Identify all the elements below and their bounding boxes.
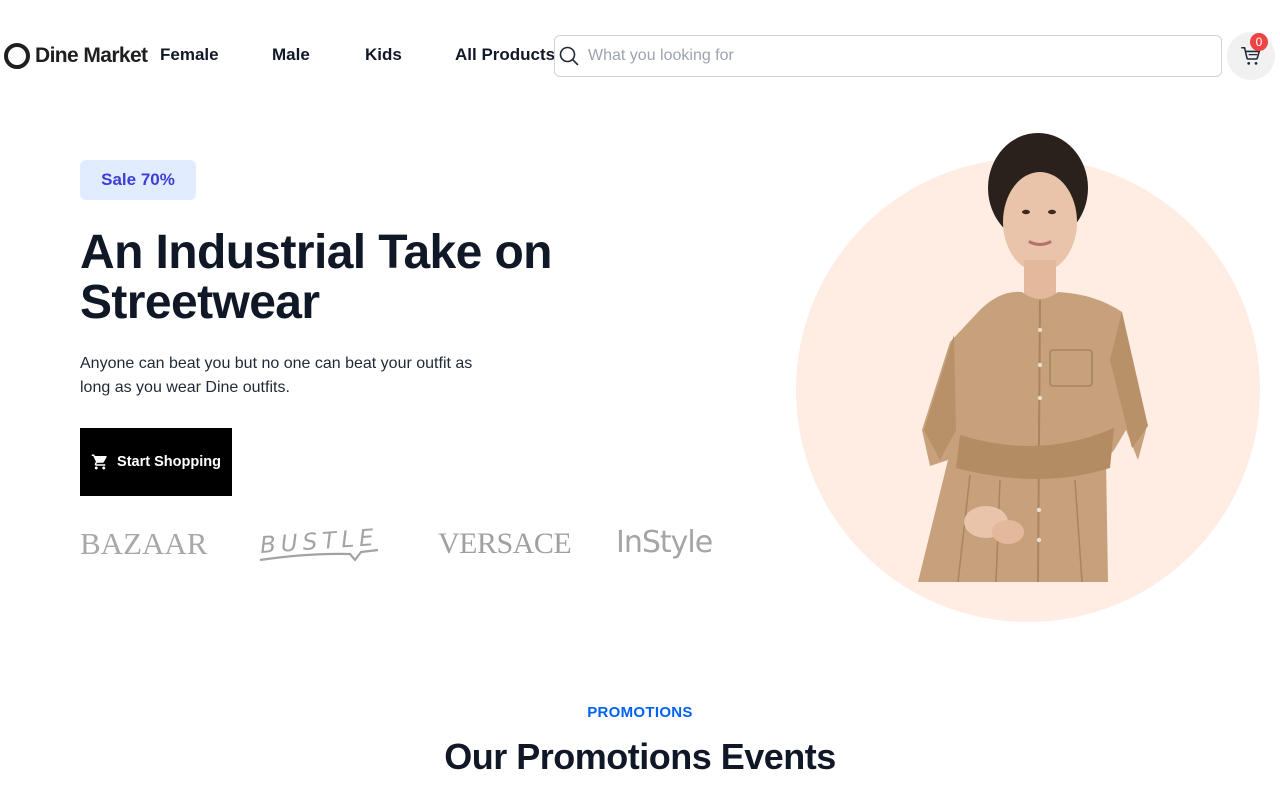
hero-title: An Industrial Take on Streetwear — [80, 226, 553, 329]
brand-logo-bazaar: BAZAAR — [80, 526, 208, 561]
search-bar — [554, 35, 1222, 77]
search-input[interactable] — [588, 47, 1188, 65]
hero-model-image — [900, 130, 1200, 582]
start-shopping-button[interactable]: Start Shopping — [80, 428, 232, 496]
promotions-kicker: PROMOTIONS — [587, 704, 693, 721]
brand-logo-bustle: BUSTLE — [259, 525, 379, 562]
promotions-title: Our Promotions Events — [444, 736, 836, 777]
search-icon[interactable] — [558, 45, 580, 67]
brand-logo[interactable]: Dine Market — [4, 42, 148, 70]
start-shopping-label: Start Shopping — [117, 454, 221, 470]
brand-name: Dine Market — [35, 44, 148, 67]
cart-icon — [91, 454, 107, 470]
logo-ring-icon — [4, 43, 30, 69]
nav-item-kids[interactable]: Kids — [365, 45, 402, 65]
nav-item-all-products[interactable]: All Products — [455, 45, 555, 65]
hero-subtitle: Anyone can beat you but no one can beat … — [80, 355, 473, 396]
sale-badge: Sale 70% — [80, 160, 196, 200]
brand-logo-instyle: InStyle — [616, 525, 713, 560]
nav-item-female[interactable]: Female — [160, 45, 219, 65]
cart-button[interactable]: 0 — [1227, 32, 1275, 80]
cart-count-badge: 0 — [1250, 33, 1268, 51]
brand-logo-versace: VERSACE — [438, 527, 572, 560]
nav-item-male[interactable]: Male — [272, 45, 310, 65]
site-header: Dine Market Female Male Kids All Product… — [0, 0, 1280, 110]
